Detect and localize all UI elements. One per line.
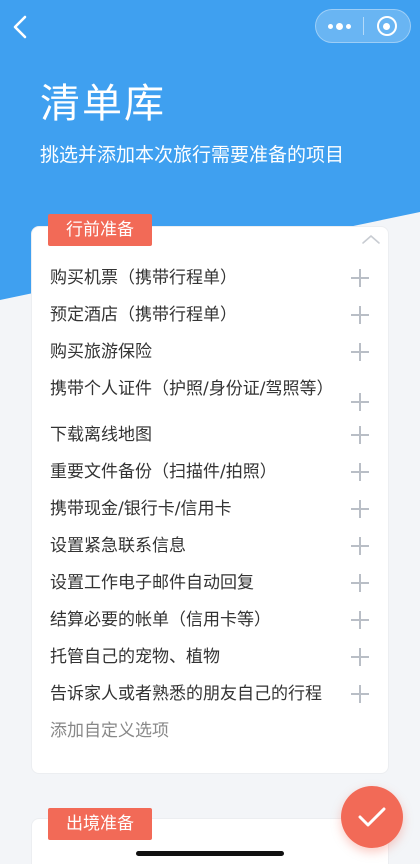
list-item[interactable]: 下载离线地图 — [31, 417, 389, 454]
item-label: 重要文件备份（扫描件/拍照） — [50, 462, 277, 482]
list-item[interactable]: 重要文件备份（扫描件/拍照） — [31, 454, 389, 491]
item-label: 托管自己的宠物、植物 — [50, 647, 220, 667]
list-item[interactable]: 预定酒店（携带行程单） — [31, 297, 389, 334]
item-label: 预定酒店（携带行程单） — [50, 305, 237, 325]
mini-program-capsule — [315, 9, 411, 43]
confirm-button[interactable] — [341, 786, 403, 848]
plus-icon[interactable] — [351, 269, 369, 287]
more-button[interactable] — [316, 10, 363, 42]
item-label: 携带个人证件（护照/身份证/驾照等） — [50, 379, 334, 399]
plus-icon[interactable] — [351, 537, 369, 555]
plus-icon[interactable] — [351, 574, 369, 592]
target-circle-icon — [376, 16, 397, 36]
plus-icon[interactable] — [351, 343, 369, 361]
item-label: 结算必要的帐单（信用卡等） — [50, 610, 271, 630]
plus-icon[interactable] — [351, 426, 369, 444]
list-item[interactable]: 结算必要的帐单（信用卡等） — [31, 602, 389, 639]
list-item[interactable]: 设置工作电子邮件自动回复 — [31, 565, 389, 602]
chevron-up-icon[interactable] — [360, 232, 382, 246]
list-item[interactable]: 设置紧急联系信息 — [31, 528, 389, 565]
plus-icon[interactable] — [351, 648, 369, 666]
checklist-items: 购买机票（携带行程单） 预定酒店（携带行程单） 购买旅游保险 携带个人证件（护照… — [31, 260, 389, 750]
item-label: 下载离线地图 — [50, 425, 152, 445]
list-item[interactable]: 携带现金/银行卡/信用卡 — [31, 491, 389, 528]
plus-icon[interactable] — [351, 393, 369, 411]
add-custom-option-button[interactable]: 添加自定义选项 — [31, 713, 389, 750]
plus-icon[interactable] — [351, 500, 369, 518]
item-label: 携带现金/银行卡/信用卡 — [50, 499, 232, 519]
page-title: 清单库 — [40, 81, 166, 127]
page-subtitle: 挑选并添加本次旅行需要准备的项目 — [40, 144, 345, 166]
close-mini-program-button[interactable] — [364, 10, 411, 42]
item-label: 设置紧急联系信息 — [50, 536, 186, 556]
home-indicator — [136, 851, 284, 856]
list-item[interactable]: 购买旅游保险 — [31, 334, 389, 371]
plus-icon[interactable] — [351, 611, 369, 629]
plus-icon[interactable] — [351, 463, 369, 481]
list-item[interactable]: 携带个人证件（护照/身份证/驾照等） — [31, 371, 389, 417]
list-item[interactable]: 购买机票（携带行程单） — [31, 260, 389, 297]
plus-icon[interactable] — [351, 306, 369, 324]
item-label: 购买旅游保险 — [50, 342, 152, 362]
more-dots-icon — [327, 22, 351, 30]
chevron-left-icon — [13, 15, 27, 39]
section-tag-pre-trip: 行前准备 — [48, 214, 152, 246]
back-button[interactable] — [8, 12, 32, 42]
section-tag-exit: 出境准备 — [48, 808, 152, 840]
item-label: 设置工作电子邮件自动回复 — [50, 573, 254, 593]
item-label: 购买机票（携带行程单） — [50, 268, 237, 288]
list-item[interactable]: 托管自己的宠物、植物 — [31, 639, 389, 676]
checkmark-icon — [358, 807, 386, 827]
plus-icon[interactable] — [351, 685, 369, 703]
item-label: 告诉家人或者熟悉的朋友自己的行程 — [50, 684, 322, 704]
list-item[interactable]: 告诉家人或者熟悉的朋友自己的行程 — [31, 676, 389, 713]
